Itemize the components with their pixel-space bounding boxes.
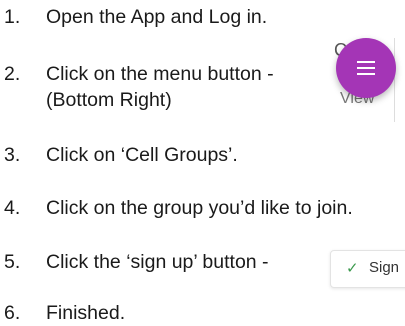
sign-up-button[interactable]: ✓ Sign (330, 250, 405, 288)
step-text: Click the ‘sign up’ button - (46, 251, 269, 273)
sign-up-button-label: Sign (369, 259, 400, 276)
step-text: Finished. (46, 302, 126, 324)
step-text: Click on the menu button - (Bottom Right… (46, 61, 274, 113)
hamburger-menu-icon (357, 61, 375, 75)
divider (394, 38, 395, 122)
menu-fab-button[interactable] (336, 38, 396, 98)
step-number: 4. (4, 197, 21, 219)
step-number: 2. (4, 63, 21, 85)
step-text-line: (Bottom Right) (46, 89, 172, 111)
step-number: 3. (4, 144, 21, 166)
step-number: 5. (4, 251, 21, 273)
step-text: Click on ‘Cell Groups’. (46, 144, 238, 166)
step-text: Open the App and Log in. (46, 6, 268, 28)
step-text-line: Click on the menu button - (46, 63, 274, 85)
menu-button-screenshot: C View (318, 38, 405, 122)
checkmark-icon: ✓ (346, 260, 359, 277)
step-number: 6. (4, 302, 21, 324)
step-text: Click on the group you’d like to join. (46, 197, 353, 219)
step-number: 1. (4, 6, 21, 28)
